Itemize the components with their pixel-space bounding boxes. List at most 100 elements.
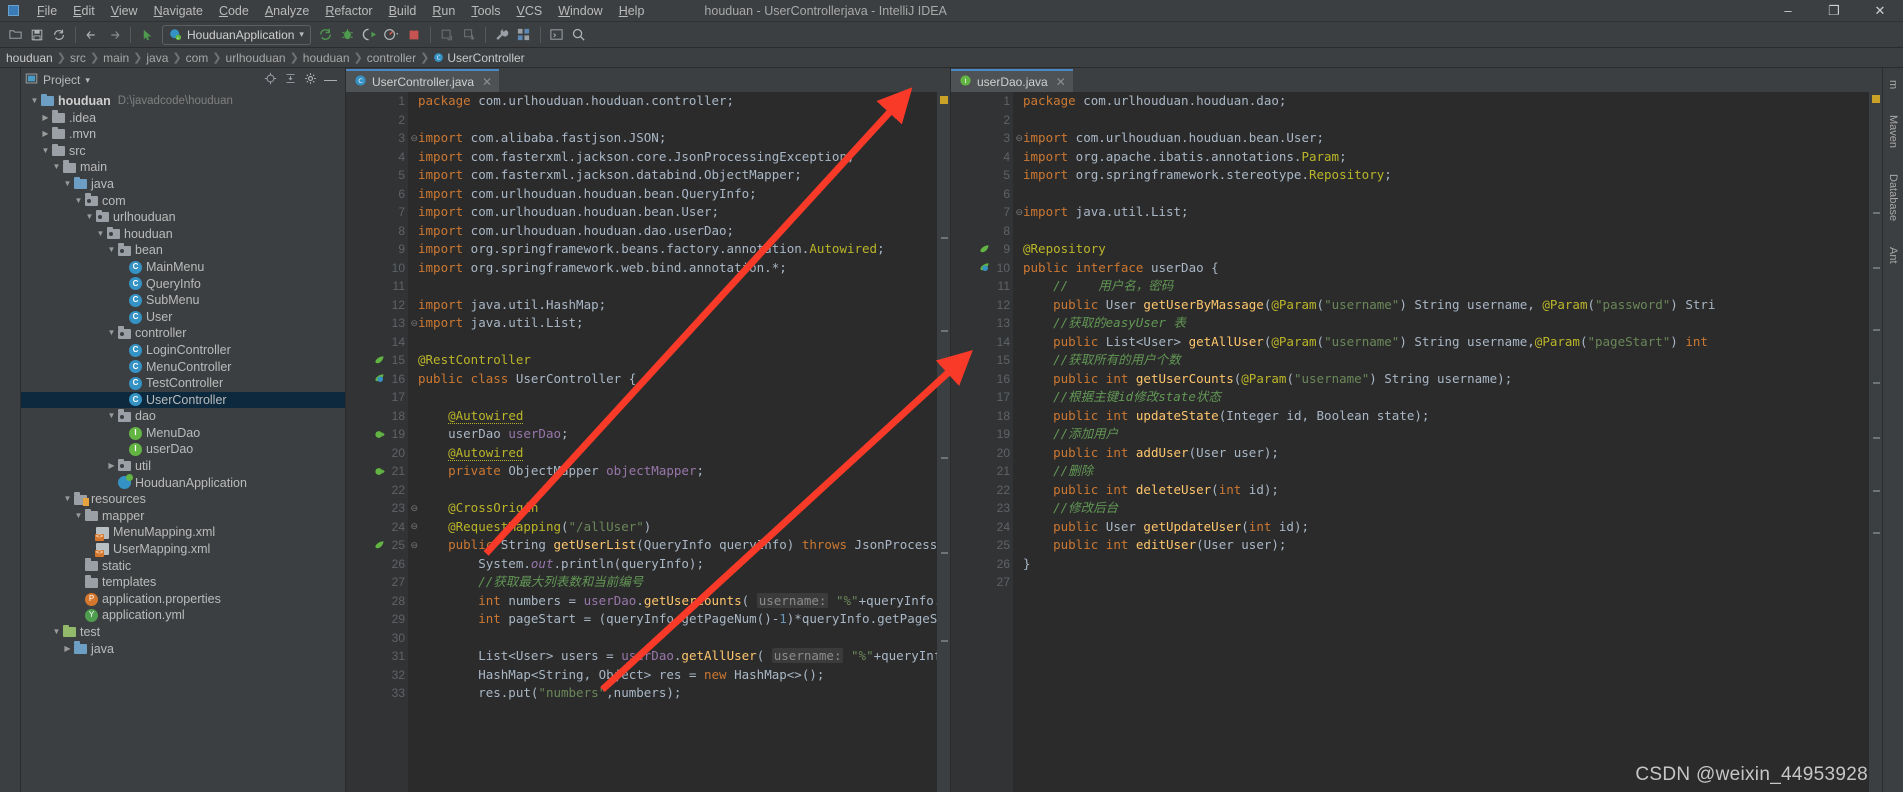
code-line[interactable]: import org.springframework.beans.factory… bbox=[418, 240, 937, 259]
code-line[interactable]: @RequestMapping("/allUser") bbox=[418, 518, 937, 537]
tree-node-testcontroller[interactable]: C TestController bbox=[21, 375, 345, 392]
gutter-right[interactable]: 1 2 3 ⊖ 4 5 6 7 ⊖ 8 9 10 11 12 13 14 15 16 17 18 19 20 21 22 23 2… bbox=[951, 92, 1023, 792]
code-line[interactable] bbox=[418, 629, 937, 648]
open-icon[interactable] bbox=[4, 24, 26, 46]
code-line[interactable]: import com.fasterxml.jackson.databind.Ob… bbox=[418, 166, 937, 185]
warning-marker[interactable] bbox=[940, 96, 948, 104]
chevron-down-icon[interactable]: ▼ bbox=[51, 624, 62, 641]
tree-node-menumapping-xml[interactable]: MenuMapping.xml bbox=[21, 524, 345, 541]
commit-icon[interactable] bbox=[458, 24, 480, 46]
forward-icon[interactable] bbox=[103, 24, 125, 46]
code-line[interactable]: //添加用户 bbox=[1023, 425, 1869, 444]
run-coverage-icon[interactable] bbox=[359, 24, 381, 46]
tree-node-logincontroller[interactable]: C LoginController bbox=[21, 342, 345, 359]
code-line[interactable]: private ObjectMapper objectMapper; bbox=[418, 462, 937, 481]
save-icon[interactable] bbox=[26, 24, 48, 46]
marker-strip-left[interactable] bbox=[937, 92, 950, 792]
close-icon[interactable]: ✕ bbox=[482, 75, 492, 89]
chevron-right-icon[interactable]: ▶ bbox=[40, 126, 51, 143]
code-line[interactable]: package com.urlhouduan.houduan.dao; bbox=[1023, 92, 1869, 111]
menu-item-code[interactable]: Code bbox=[211, 2, 257, 20]
code-line[interactable] bbox=[1023, 185, 1869, 204]
code-line[interactable] bbox=[418, 277, 937, 296]
tree-node-com[interactable]: ▼ com bbox=[21, 193, 345, 210]
gutter-left[interactable]: 1 2 3 ⊖ 4 5 6 7 8 9 10 11 12 13 ⊖ 14 15 16 17 18 19 20 21 22 23 ⊖… bbox=[346, 92, 418, 792]
breadcrumb-item-usercontroller[interactable]: C UserController bbox=[429, 51, 528, 65]
code-line[interactable] bbox=[418, 111, 937, 130]
hide-icon[interactable]: — bbox=[324, 73, 337, 86]
code-line[interactable]: @Autowired bbox=[418, 407, 937, 426]
code-line[interactable]: public int addUser(User user); bbox=[1023, 444, 1869, 463]
impl-icon[interactable] bbox=[373, 465, 386, 478]
chevron-down-icon[interactable]: ▼ bbox=[106, 242, 117, 259]
code-line[interactable]: import com.alibaba.fastjson.JSON; bbox=[418, 129, 937, 148]
code-text-right[interactable]: package com.urlhouduan.houduan.dao; impo… bbox=[1013, 92, 1869, 792]
menu-item-view[interactable]: View bbox=[103, 2, 146, 20]
code-line[interactable]: HashMap<String, Object> res = new HashMa… bbox=[418, 666, 937, 685]
tool-window-button-database[interactable]: Database bbox=[1887, 168, 1899, 227]
menu-item-tools[interactable]: Tools bbox=[463, 2, 508, 20]
code-line[interactable]: } bbox=[1023, 555, 1869, 574]
code-line[interactable]: int numbers = userDao.getUserCounts( use… bbox=[418, 592, 937, 611]
code-line[interactable]: import java.util.List; bbox=[1023, 203, 1869, 222]
tree-node-java[interactable]: ▼ java bbox=[21, 176, 345, 193]
chevron-down-icon[interactable]: ▼ bbox=[29, 93, 40, 110]
bean-icon[interactable] bbox=[978, 243, 991, 256]
code-line[interactable]: System.out.println(queryInfo); bbox=[418, 555, 937, 574]
minimize-button[interactable]: – bbox=[1765, 0, 1811, 22]
breadcrumb-item-java[interactable]: java bbox=[142, 51, 172, 65]
breadcrumb-item-urlhouduan[interactable]: urlhouduan bbox=[222, 51, 290, 65]
code-line[interactable]: List<User> users = userDao.getAllUser( u… bbox=[418, 647, 937, 666]
impl-icon[interactable] bbox=[373, 428, 386, 441]
breadcrumb[interactable]: houduan ❯ src ❯ main ❯ java ❯ com ❯ urlhouduan ❯ hou… bbox=[0, 48, 1903, 68]
code-line[interactable]: //获取所有的用户个数 bbox=[1023, 351, 1869, 370]
pointer-icon[interactable] bbox=[136, 24, 158, 46]
update-project-icon[interactable] bbox=[436, 24, 458, 46]
tool-window-button-maven[interactable]: Maven bbox=[1887, 109, 1899, 154]
chevron-down-icon[interactable]: ▼ bbox=[73, 508, 84, 525]
code-line[interactable]: import com.urlhouduan.houduan.bean.User; bbox=[1023, 129, 1869, 148]
tree-node-mapper[interactable]: ▼ mapper bbox=[21, 508, 345, 525]
profile-icon[interactable] bbox=[381, 24, 403, 46]
chevron-down-icon[interactable]: ▼ bbox=[106, 325, 117, 342]
chevron-down-icon[interactable]: ▼ bbox=[106, 408, 117, 425]
chevron-down-icon[interactable]: ▼ bbox=[62, 491, 73, 508]
code-line[interactable] bbox=[418, 333, 937, 352]
tool-window-button-m[interactable]: m bbox=[1887, 74, 1899, 95]
tree-node-java[interactable]: ▶ java bbox=[21, 641, 345, 658]
menu-item-run[interactable]: Run bbox=[424, 2, 463, 20]
tree-node-houduan[interactable]: ▼ houduan bbox=[21, 226, 345, 243]
tree-node-queryinfo[interactable]: C QueryInfo bbox=[21, 276, 345, 293]
code-line[interactable]: @CrossOrigin bbox=[418, 499, 937, 518]
tab-userdao-java[interactable]: I userDao.java ✕ bbox=[951, 69, 1073, 92]
close-icon[interactable]: ✕ bbox=[1056, 75, 1066, 89]
code-line[interactable]: import org.springframework.web.bind.anno… bbox=[418, 259, 937, 278]
tree-node-bean[interactable]: ▼ bean bbox=[21, 242, 345, 259]
structure-icon[interactable] bbox=[513, 24, 535, 46]
breadcrumb-item-houduan[interactable]: houduan bbox=[2, 51, 57, 65]
tree-node-application-properties[interactable]: Papplication.properties bbox=[21, 591, 345, 608]
code-line[interactable]: @Autowired bbox=[418, 444, 937, 463]
breadcrumb-item-src[interactable]: src bbox=[66, 51, 90, 65]
code-line[interactable]: import java.util.List; bbox=[418, 314, 937, 333]
run-configuration-selector[interactable]: HouduanApplication ▾ bbox=[162, 24, 311, 45]
tree-node-application-yml[interactable]: Yapplication.yml bbox=[21, 607, 345, 624]
terminal-icon[interactable] bbox=[546, 24, 568, 46]
code-line[interactable]: public int updateState(Integer id, Boole… bbox=[1023, 407, 1869, 426]
tree-node-user[interactable]: C User bbox=[21, 309, 345, 326]
menu-item-edit[interactable]: Edit bbox=[65, 2, 103, 20]
code-line[interactable]: public int editUser(User user); bbox=[1023, 536, 1869, 555]
bean-icon[interactable] bbox=[373, 539, 386, 552]
code-line[interactable]: // 用户名，密码 bbox=[1023, 277, 1869, 296]
close-button[interactable]: ✕ bbox=[1857, 0, 1903, 22]
tree-node-static[interactable]: static bbox=[21, 558, 345, 575]
code-line[interactable]: @Repository bbox=[1023, 240, 1869, 259]
project-panel-title-group[interactable]: Project ▾ bbox=[25, 72, 90, 88]
run-icon[interactable] bbox=[315, 24, 337, 46]
chevron-down-icon[interactable]: ▼ bbox=[95, 226, 106, 243]
menu-item-vcs[interactable]: VCS bbox=[509, 2, 551, 20]
tree-node-main[interactable]: ▼ main bbox=[21, 159, 345, 176]
chevron-right-icon[interactable]: ▶ bbox=[62, 641, 73, 658]
tree-node-templates[interactable]: templates bbox=[21, 574, 345, 591]
breadcrumb-item-houduan[interactable]: houduan bbox=[299, 51, 354, 65]
